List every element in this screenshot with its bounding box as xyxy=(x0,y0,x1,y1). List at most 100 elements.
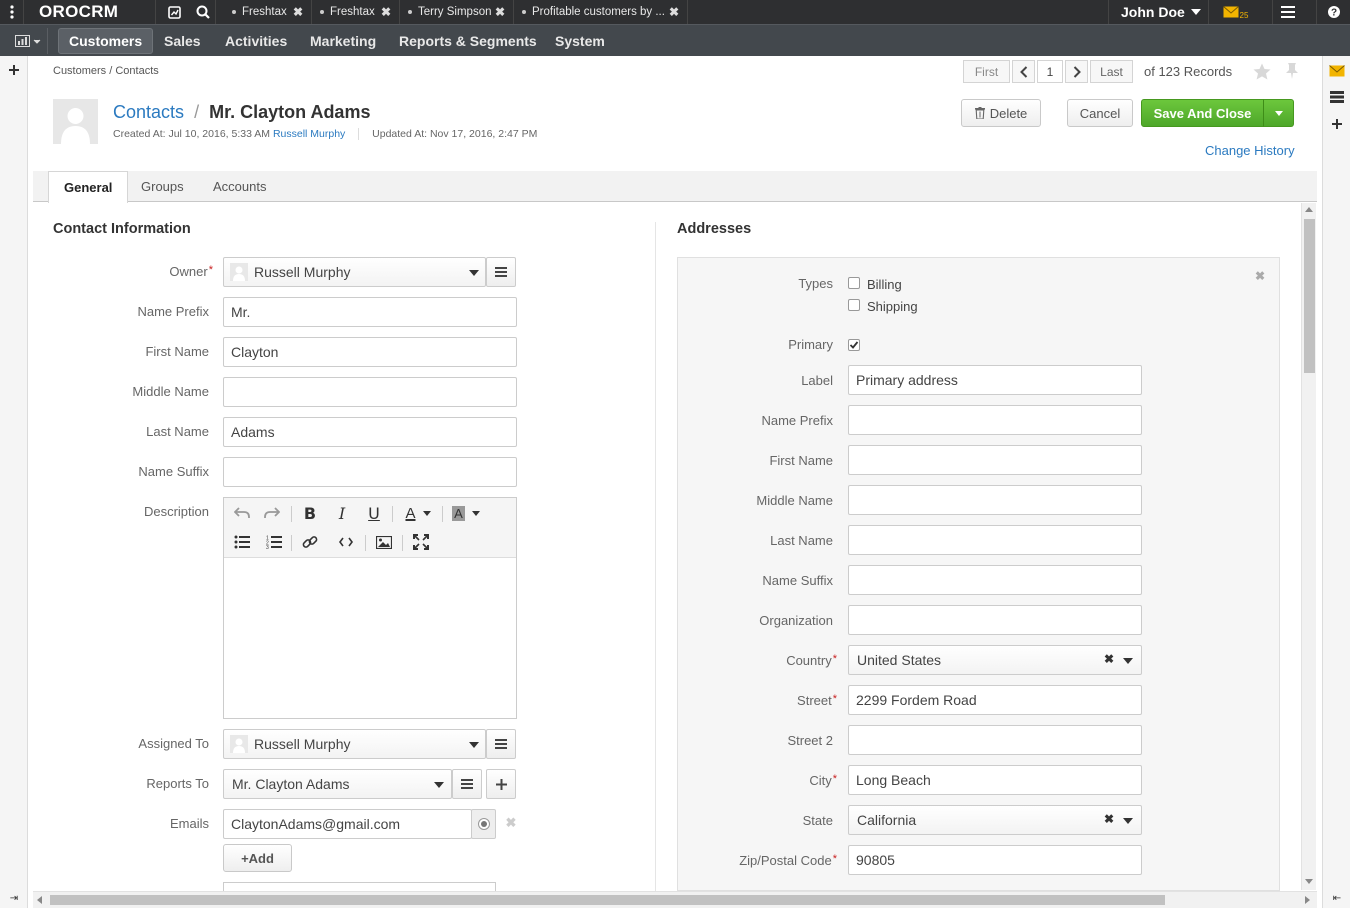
close-tab-icon[interactable]: ✖ xyxy=(293,5,303,19)
scroll-left-arrow-icon[interactable] xyxy=(37,896,42,904)
email-input[interactable]: ClaytonAdams@gmail.com xyxy=(223,809,472,839)
pager-page-input[interactable]: 1 xyxy=(1037,60,1063,83)
state-select[interactable]: California ✖ xyxy=(848,805,1142,835)
expand-right-icon[interactable]: ⇥ xyxy=(0,888,28,908)
menu-activities[interactable]: Activities xyxy=(215,28,297,54)
background-color-icon[interactable]: A xyxy=(446,501,486,525)
menu-reports-segments[interactable]: Reports & Segments xyxy=(389,28,547,54)
first-name-input[interactable]: Clayton xyxy=(223,337,517,367)
pager-last-button[interactable]: Last xyxy=(1090,60,1133,83)
user-menu[interactable]: John Doe xyxy=(1108,0,1208,24)
remove-email-icon[interactable]: ✖ xyxy=(504,815,518,831)
clear-state-icon[interactable]: ✖ xyxy=(1104,812,1114,826)
underline-icon[interactable]: U xyxy=(362,501,386,525)
remove-address-icon[interactable]: ✖ xyxy=(1252,268,1268,284)
tab-general[interactable]: General xyxy=(48,171,129,203)
country-select[interactable]: United States ✖ xyxy=(848,645,1142,675)
italic-icon[interactable]: I xyxy=(330,501,354,525)
owner-list-button[interactable] xyxy=(486,257,516,287)
search-icon[interactable] xyxy=(190,0,216,24)
help-icon[interactable]: ? xyxy=(1316,0,1350,24)
scroll-down-arrow-icon[interactable] xyxy=(1305,879,1313,884)
middle-name-input[interactable] xyxy=(223,377,517,407)
dashboard-icon[interactable] xyxy=(162,0,186,24)
bold-icon[interactable]: B xyxy=(298,501,322,525)
plus-icon[interactable] xyxy=(0,60,28,80)
close-tab-icon[interactable]: ✖ xyxy=(495,5,505,19)
star-icon[interactable] xyxy=(1252,60,1272,82)
owner-select[interactable]: Russell Murphy xyxy=(223,257,486,287)
billing-checkbox[interactable] xyxy=(848,277,860,289)
mail-icon[interactable]: 25 xyxy=(1208,0,1262,24)
organization-input[interactable] xyxy=(848,605,1142,635)
plus-icon[interactable] xyxy=(1323,114,1350,134)
city-input[interactable]: Long Beach xyxy=(848,765,1142,795)
pager-first-button[interactable]: First xyxy=(963,60,1010,83)
reports-to-list-button[interactable] xyxy=(452,769,482,799)
bullet-list-icon[interactable] xyxy=(230,530,254,554)
collapse-left-icon[interactable]: ⇤ xyxy=(1323,888,1350,908)
redo-icon[interactable] xyxy=(260,501,284,525)
description-editor[interactable]: B I U A A 123 xyxy=(223,497,517,719)
sidebar-list-icon[interactable] xyxy=(1323,86,1350,108)
street-input[interactable]: 2299 Fordem Road xyxy=(848,685,1142,715)
fullscreen-icon[interactable] xyxy=(409,530,433,554)
delete-button[interactable]: Delete xyxy=(961,99,1041,127)
primary-checkbox[interactable] xyxy=(848,339,860,351)
menu-system[interactable]: System xyxy=(545,28,615,54)
vertical-scrollbar[interactable] xyxy=(1301,203,1316,890)
dashboard-chart-icon[interactable] xyxy=(8,28,48,54)
reports-to-add-button[interactable] xyxy=(486,769,516,799)
email-primary-radio[interactable] xyxy=(471,809,496,839)
tab-accounts[interactable]: Accounts xyxy=(199,171,280,202)
clear-country-icon[interactable]: ✖ xyxy=(1104,652,1114,666)
save-options-dropdown[interactable] xyxy=(1263,99,1294,127)
app-logo[interactable]: OROCRM xyxy=(24,0,156,24)
contacts-link[interactable]: Contacts xyxy=(113,102,184,122)
numbered-list-icon[interactable]: 123 xyxy=(262,530,286,554)
menu-sales[interactable]: Sales xyxy=(154,28,211,54)
close-tab-icon[interactable]: ✖ xyxy=(381,5,391,19)
name-prefix-input[interactable]: Mr. xyxy=(223,297,517,327)
tab-freshtax-1[interactable]: Freshtax ✖ xyxy=(224,0,312,24)
image-icon[interactable] xyxy=(372,530,396,554)
link-icon[interactable] xyxy=(298,530,322,554)
created-by-link[interactable]: Russell Murphy xyxy=(273,128,345,140)
hamburger-menu-icon[interactable] xyxy=(1272,0,1302,24)
last-name-input[interactable]: Adams xyxy=(223,417,517,447)
menu-customers[interactable]: Customers xyxy=(58,28,154,54)
tab-profitable-customers[interactable]: Profitable customers by ... ✖ xyxy=(514,0,688,24)
email-notification-icon[interactable] xyxy=(1323,58,1350,82)
save-and-close-button[interactable]: Save And Close xyxy=(1141,99,1264,127)
assigned-to-select[interactable]: Russell Murphy xyxy=(223,729,486,759)
scroll-right-arrow-icon[interactable] xyxy=(1305,896,1310,904)
undo-icon[interactable] xyxy=(230,501,254,525)
horizontal-scrollbar[interactable] xyxy=(33,891,1317,908)
reports-to-select[interactable]: Mr. Clayton Adams xyxy=(223,769,452,799)
kebab-menu-icon[interactable] xyxy=(0,0,24,24)
address-suffix-input[interactable] xyxy=(848,565,1142,595)
pager-next-button[interactable] xyxy=(1065,60,1088,83)
address-prefix-input[interactable] xyxy=(848,405,1142,435)
address-first-name-input[interactable] xyxy=(848,445,1142,475)
address-last-name-input[interactable] xyxy=(848,525,1142,555)
zip-input[interactable]: 90805 xyxy=(848,845,1142,875)
horizontal-scroll-thumb[interactable] xyxy=(50,895,1165,905)
name-suffix-input[interactable] xyxy=(223,457,517,487)
pager-prev-button[interactable] xyxy=(1012,60,1035,83)
pin-icon[interactable] xyxy=(1282,60,1302,82)
cancel-button[interactable]: Cancel xyxy=(1067,99,1133,127)
tab-freshtax-2[interactable]: Freshtax ✖ xyxy=(312,0,400,24)
tab-groups[interactable]: Groups xyxy=(127,171,198,202)
vertical-scroll-thumb[interactable] xyxy=(1304,219,1315,373)
code-icon[interactable] xyxy=(334,530,358,554)
address-label-input[interactable]: Primary address xyxy=(848,365,1142,395)
assigned-to-list-button[interactable] xyxy=(486,729,516,759)
change-history-link[interactable]: Change History xyxy=(1205,143,1295,158)
add-email-button[interactable]: +Add xyxy=(223,844,292,872)
menu-marketing[interactable]: Marketing xyxy=(300,28,386,54)
tab-terry-simpson[interactable]: Terry Simpson ✖ xyxy=(400,0,514,24)
shipping-checkbox[interactable] xyxy=(848,299,860,311)
text-color-icon[interactable]: A xyxy=(398,501,438,525)
close-tab-icon[interactable]: ✖ xyxy=(669,5,679,19)
